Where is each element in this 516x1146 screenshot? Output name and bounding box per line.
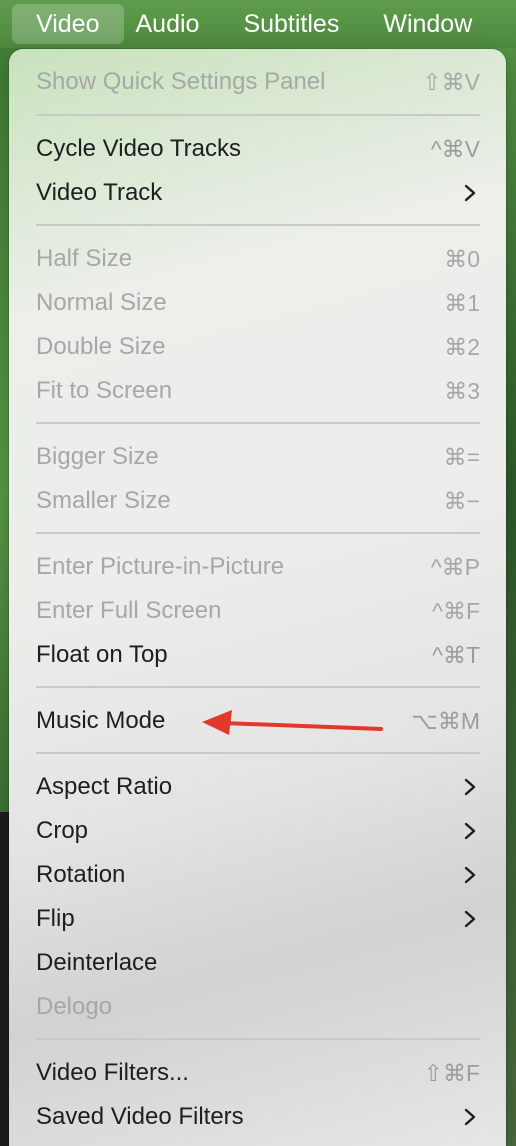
menubar-item-window[interactable]: Window (361, 4, 494, 44)
menubar-item-subtitles[interactable]: Subtitles (221, 4, 361, 44)
menubar-item-audio[interactable]: Audio (124, 4, 222, 44)
video-menu: Show Quick Settings Panel ⇧⌘V Cycle Vide… (9, 49, 506, 1146)
menu-bar: Video Audio Subtitles Window (0, 0, 516, 48)
annotation-arrow-icon (202, 710, 383, 735)
menubar-item-video[interactable]: Video (12, 4, 124, 44)
